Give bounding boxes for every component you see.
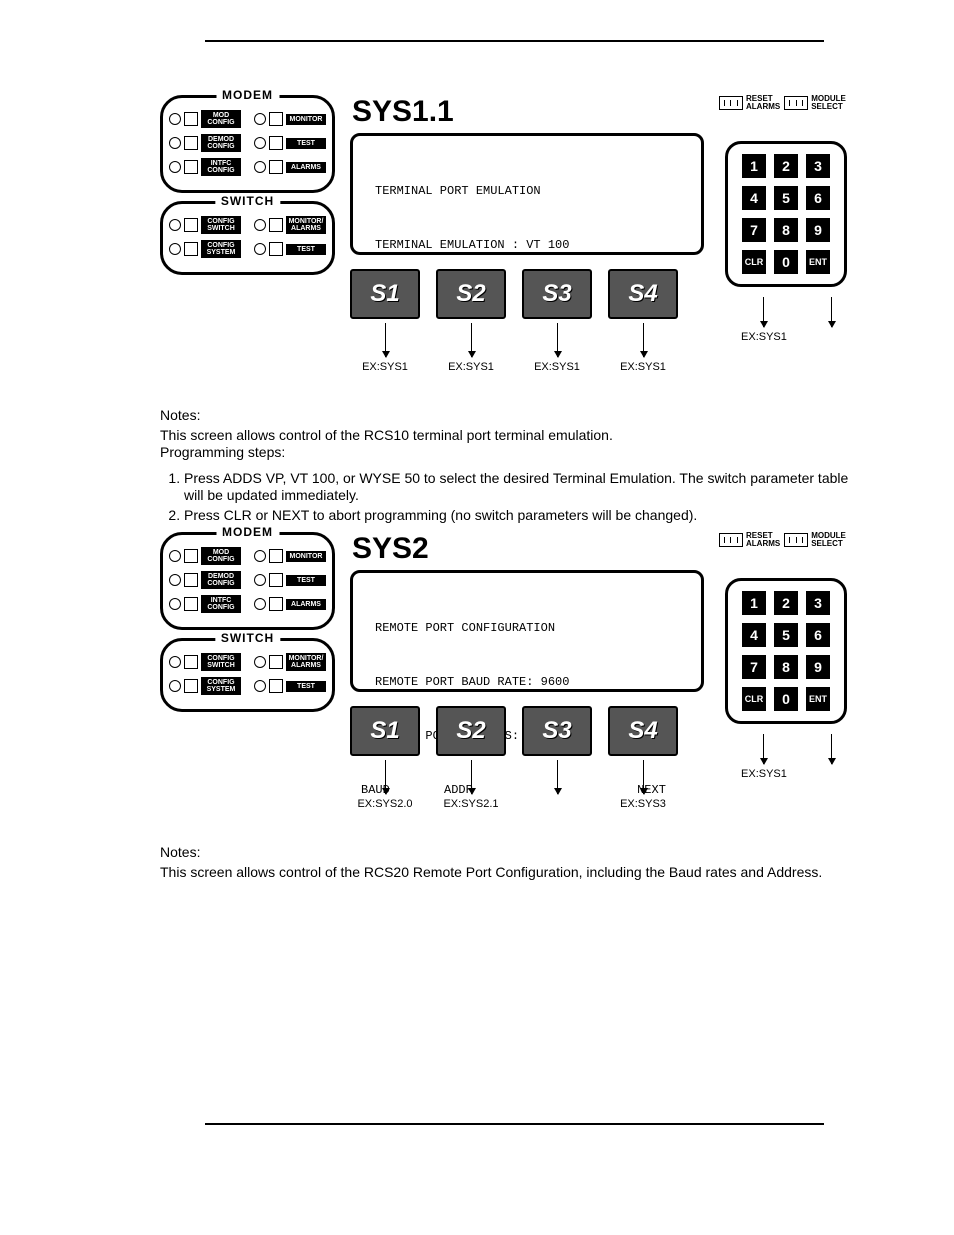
key-4[interactable]: 4 [742,186,766,210]
arrow-icon [557,760,558,794]
ex-label: EX:SYS1 [741,768,787,780]
key-ent[interactable]: ENT [806,250,830,274]
arrow-icon [763,297,764,327]
ex-label: EX:SYS2.0 [357,798,412,810]
key-0[interactable]: 0 [774,250,798,274]
key-3[interactable]: 3 [806,154,830,178]
modem-panel: MODEM MODCONFIG MONITOR DEMODCONFIG TEST… [160,532,335,630]
key-7[interactable]: 7 [742,218,766,242]
screen-title: SYS2 [352,532,704,566]
key-3[interactable]: 3 [806,591,830,615]
numeric-keypad: 1 2 3 4 5 6 7 8 9 CLR [725,141,847,287]
ex-label: EX:SYS1 [741,331,787,343]
arrow-icon [643,323,644,357]
lcd-line: TERMINAL PORT EMULATION [375,182,689,200]
s4-button[interactable]: S4 [608,269,678,319]
screen-title: SYS1.1 [352,95,704,129]
reset-alarms-button[interactable]: RESET ALARMS [719,532,780,548]
ex-label: EX:SYS1 [448,361,494,373]
key-1[interactable]: 1 [742,154,766,178]
key-1[interactable]: 1 [742,591,766,615]
ex-label: EX:SYS1 [534,361,580,373]
arrow-icon [471,760,472,794]
arrow-icon [831,297,832,327]
key-2[interactable]: 2 [774,154,798,178]
switch-title: SWITCH [215,194,280,208]
module-select-button[interactable]: MODULE SELECT [784,532,846,548]
modem-title: MODEM [216,88,279,102]
notes-section: Notes: This screen allows control of the… [160,407,854,524]
screen-block-sys2: MODEM MODCONFIG MONITOR DEMODCONFIG TEST… [160,532,854,881]
s3-button[interactable]: S3 [522,269,592,319]
screen-block-sys1-1: MODEM MODCONFIG MONITOR DEMODCONFIG TEST… [160,95,854,524]
notes-line: This screen allows control of the RCS10 … [160,427,854,445]
ex-label: EX:SYS2.1 [443,798,498,810]
lcd-display: TERMINAL PORT EMULATION TERMINAL EMULATI… [350,133,704,255]
key-5[interactable]: 5 [774,186,798,210]
key-0[interactable]: 0 [774,687,798,711]
s1-button[interactable]: S1 [350,706,420,756]
modem-panel: MODEM MODCONFIG MONITOR DEMODCONFIG TEST… [160,95,335,193]
lcd-line: REMOTE PORT BAUD RATE: 9600 [375,673,689,691]
key-6[interactable]: 6 [806,623,830,647]
ex-label: EX:SYS3 [620,798,666,810]
key-8[interactable]: 8 [774,218,798,242]
s2-button[interactable]: S2 [436,706,506,756]
arrow-icon [831,734,832,764]
key-6[interactable]: 6 [806,186,830,210]
lcd-line: TERMINAL EMULATION : VT 100 [375,236,689,254]
key-clr[interactable]: CLR [742,250,766,274]
notes-item: Press CLR or NEXT to abort programming (… [184,507,854,525]
bottom-rule [205,1123,824,1125]
s2-button[interactable]: S2 [436,269,506,319]
top-rule [205,40,824,42]
key-ent[interactable]: ENT [806,687,830,711]
s4-button[interactable]: S4 [608,706,678,756]
ex-label: EX:SYS1 [620,361,666,373]
notes-line: Programming steps: [160,444,854,462]
arrow-icon [385,760,386,794]
ex-label: EX:SYS1 [362,361,408,373]
notes-item: Press ADDS VP, VT 100, or WYSE 50 to sel… [184,470,854,505]
lcd-line: REMOTE PORT CONFIGURATION [375,619,689,637]
key-9[interactable]: 9 [806,218,830,242]
module-select-button[interactable]: MODULE SELECT [784,95,846,111]
modem-title: MODEM [216,525,279,539]
key-clr[interactable]: CLR [742,687,766,711]
switch-panel: SWITCH CONFIGSWITCH MONITOR/ALARMS CONFI… [160,201,335,275]
key-8[interactable]: 8 [774,655,798,679]
switch-panel: SWITCH CONFIGSWITCH MONITOR/ALARMS CONFI… [160,638,335,712]
arrow-icon [763,734,764,764]
lcd-display: REMOTE PORT CONFIGURATION REMOTE PORT BA… [350,570,704,692]
reset-alarms-button[interactable]: RESET ALARMS [719,95,780,111]
notes-section: Notes: This screen allows control of the… [160,844,854,881]
s1-button[interactable]: S1 [350,269,420,319]
arrow-icon [385,323,386,357]
key-7[interactable]: 7 [742,655,766,679]
key-4[interactable]: 4 [742,623,766,647]
key-9[interactable]: 9 [806,655,830,679]
key-2[interactable]: 2 [774,591,798,615]
notes-line: This screen allows control of the RCS20 … [160,864,854,882]
arrow-icon [643,760,644,794]
switch-title: SWITCH [215,631,280,645]
key-5[interactable]: 5 [774,623,798,647]
s3-button[interactable]: S3 [522,706,592,756]
arrow-icon [557,323,558,357]
numeric-keypad: 1 2 3 4 5 6 7 8 9 CLR [725,578,847,724]
arrow-icon [471,323,472,357]
notes-heading: Notes: [160,844,854,862]
notes-heading: Notes: [160,407,854,425]
